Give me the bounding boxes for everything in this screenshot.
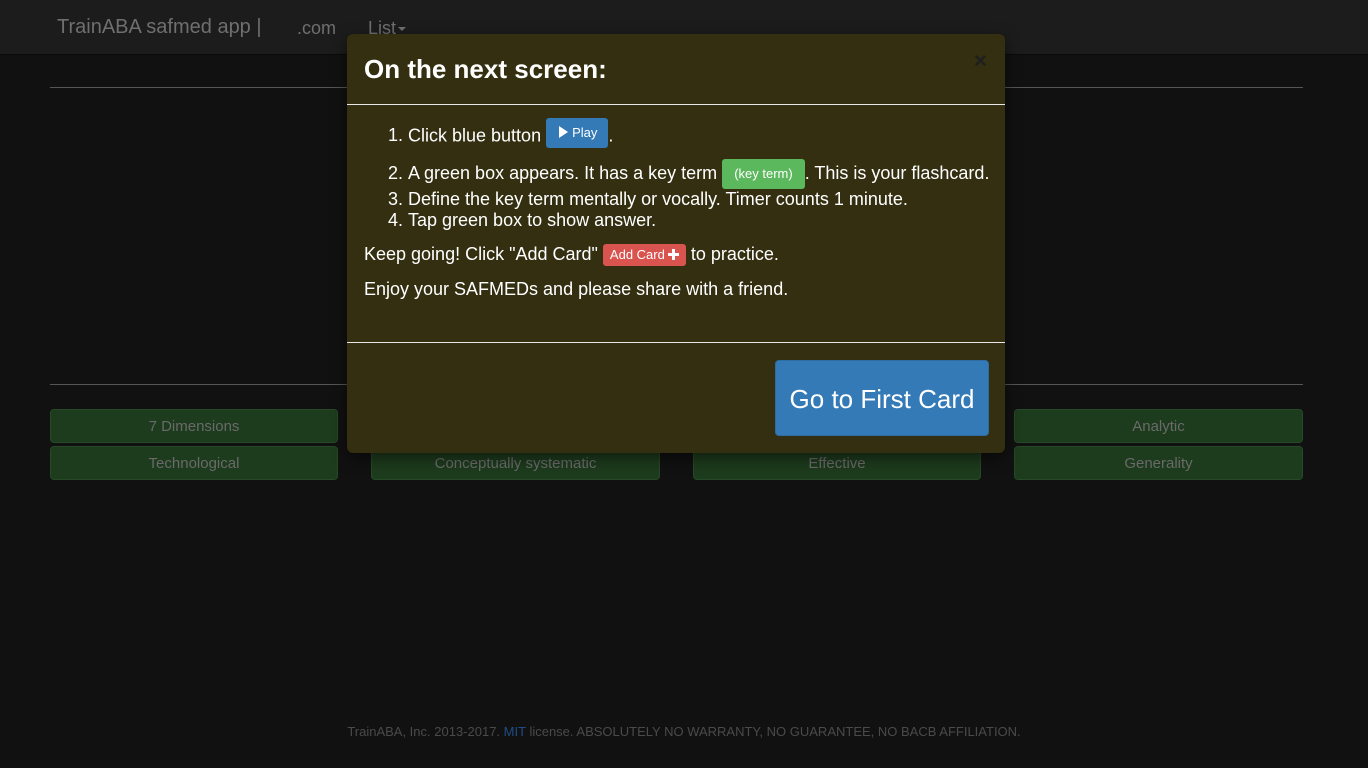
plus-icon — [667, 249, 679, 261]
modal-footer-divider — [347, 342, 1005, 343]
nav-link-com[interactable]: .com — [297, 18, 336, 39]
term-button-analytic[interactable]: Analytic — [1014, 409, 1303, 443]
add-card-button-sample[interactable]: Add Card — [602, 244, 686, 267]
modal-header-divider — [347, 104, 1005, 105]
step-1-end: . — [608, 125, 614, 146]
enjoy-text: Enjoy your SAFMEDs and please share with… — [364, 279, 789, 300]
footer-copyright: TrainABA, Inc. 2013-2017. — [347, 724, 501, 739]
term-button-7-dimensions[interactable]: 7 Dimensions — [50, 409, 338, 443]
keep-going-text: Keep going! Click "Add Card" Add Card to… — [364, 244, 994, 267]
instruction-step-3: Define the key term mentally or vocally.… — [408, 189, 994, 210]
keep-going-prefix: Keep going! Click "Add Card" — [364, 244, 598, 264]
key-term-sample[interactable]: (key term) — [722, 159, 805, 189]
step-1-text: Click blue button — [408, 125, 542, 146]
term-button-generality[interactable]: Generality — [1014, 446, 1303, 480]
mit-license-link[interactable]: MIT — [504, 724, 526, 739]
brand-title[interactable]: TrainABA safmed app | — [57, 16, 262, 39]
footer: TrainABA, Inc. 2013-2017. MIT license. A… — [0, 724, 1368, 739]
instructions-modal: On the next screen: × Click blue button … — [347, 34, 1005, 453]
add-card-label: Add Card — [609, 247, 665, 263]
close-icon[interactable]: × — [974, 48, 987, 74]
caret-down-icon — [398, 27, 407, 32]
play-label: Play — [572, 125, 598, 140]
instruction-step-2: A green box appears. It has a key term (… — [408, 159, 994, 189]
play-icon — [559, 126, 569, 138]
footer-disclaimer: license. ABSOLUTELY NO WARRANTY, NO GUAR… — [529, 724, 1021, 739]
step-2-end: . This is your flashcard. — [804, 162, 990, 183]
play-button-sample[interactable]: Play — [546, 118, 609, 148]
instruction-list: Click blue button Play. A green box appe… — [364, 118, 994, 231]
term-button-technological[interactable]: Technological — [50, 446, 338, 480]
instruction-step-1: Click blue button Play. — [408, 118, 994, 148]
keep-going-suffix: to practice. — [690, 244, 779, 264]
modal-title: On the next screen: — [364, 54, 607, 84]
instruction-step-4: Tap green box to show answer. — [408, 210, 994, 231]
go-to-first-card-button[interactable]: Go to First Card — [775, 360, 989, 436]
modal-body: Click blue button Play. A green box appe… — [364, 118, 994, 300]
step-2-text: A green box appears. It has a key term — [408, 162, 718, 183]
